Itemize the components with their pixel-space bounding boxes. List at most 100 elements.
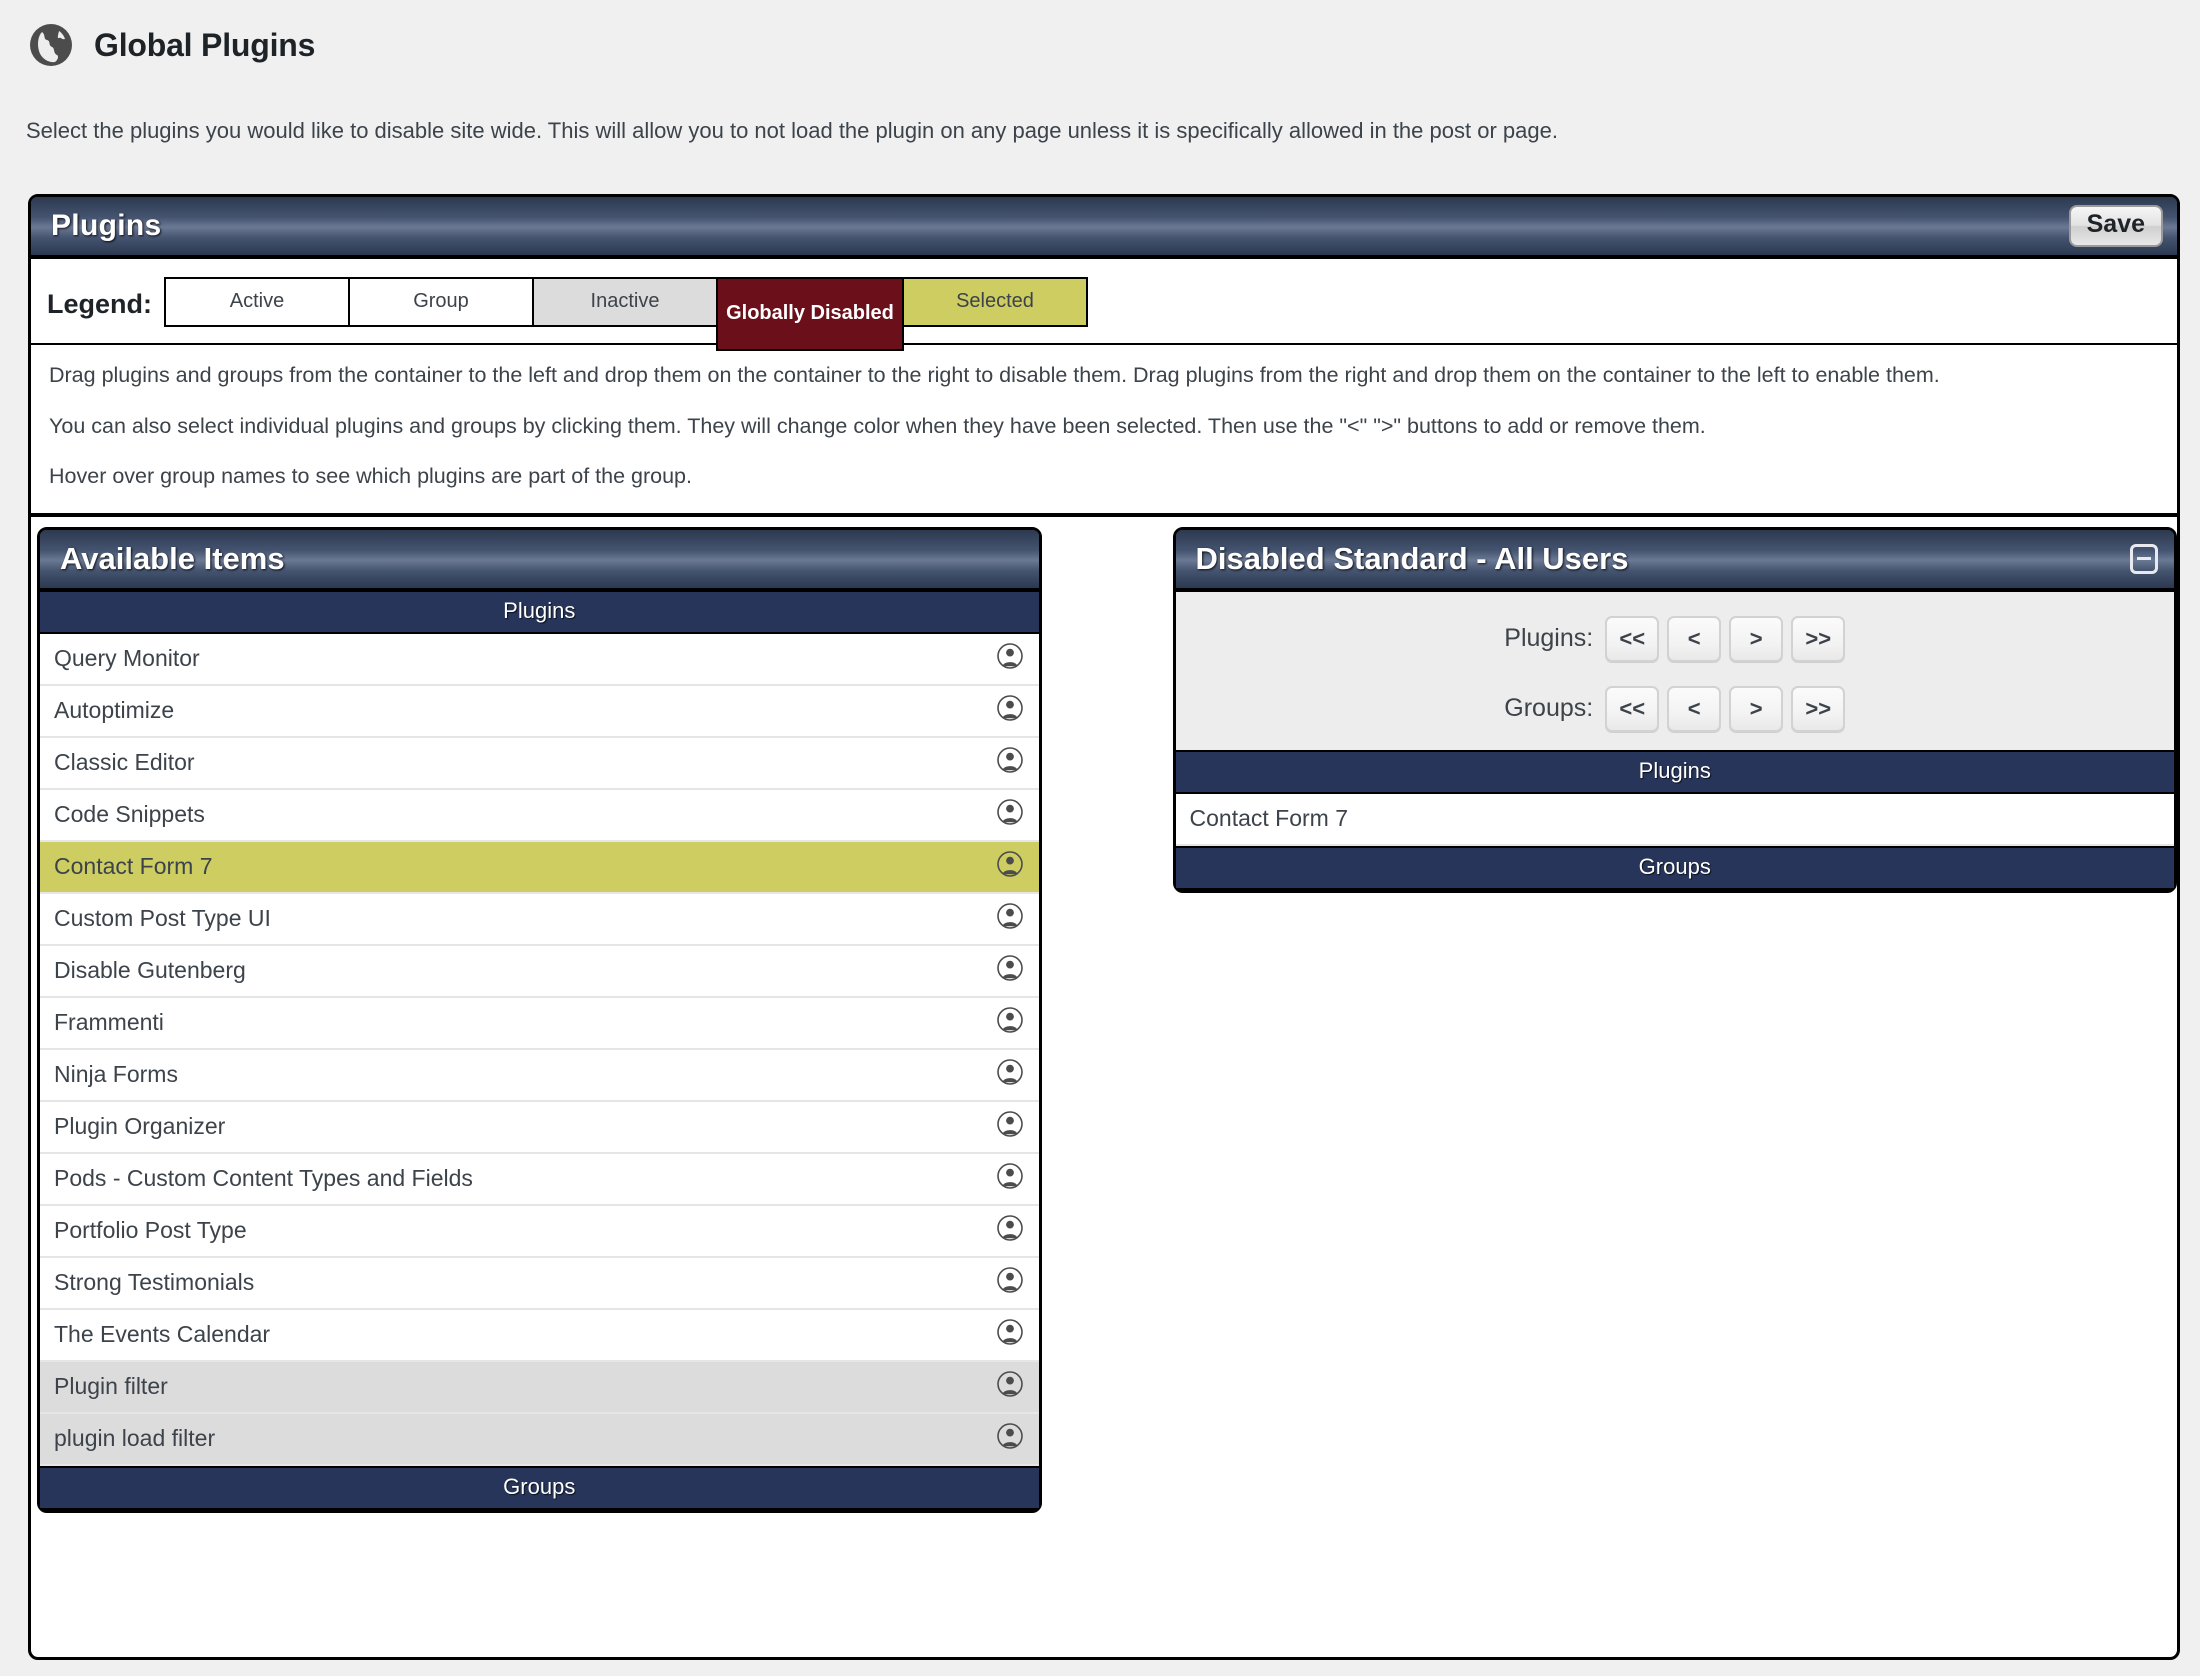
list-item[interactable]: Plugin filter [40,1361,1039,1414]
plugins-move-all-right-button[interactable]: >> [1791,615,1846,662]
list-item-label: Classic Editor [54,749,195,776]
groups-move-all-left-button[interactable]: << [1605,685,1660,732]
groups-move-label: Groups: [1504,694,1594,723]
list-item-label: plugin load filter [54,1425,216,1452]
list-item-label: Portfolio Post Type [54,1217,247,1244]
user-icon [996,902,1023,929]
user-icon[interactable] [996,1214,1023,1247]
legend-item-active: Active [164,277,350,327]
disabled-standard-header: Disabled Standard - All Users [1175,529,2174,592]
list-item-label: Autoptimize [54,697,175,724]
instruction-line-1: Drag plugins and groups from the contain… [49,363,1940,387]
user-icon [996,746,1023,773]
available-items-title: Available Items [60,540,285,576]
legend-item-selected: Selected [902,277,1088,327]
list-item-label: Pods - Custom Content Types and Fields [54,1165,473,1192]
user-icon[interactable] [996,798,1023,831]
list-item-label: Contact Form 7 [54,853,213,880]
plugins-move-label: Plugins: [1504,624,1594,653]
groups-move-row: Groups: << < > >> [1176,685,2175,732]
disabled-standard-column: Disabled Standard - All Users Plugins: <… [1172,526,2177,1363]
plugins-move-left-button[interactable]: < [1667,615,1722,662]
disabled-standard-title: Disabled Standard - All Users [1195,540,1629,576]
legend-boxes: Active Group Inactive Globally Disabled … [164,277,1088,351]
minus-icon[interactable] [2130,543,2158,574]
groups-move-all-right-button[interactable]: >> [1791,685,1846,732]
list-item[interactable]: Plugin Organizer [40,1101,1039,1154]
user-icon [996,1370,1023,1397]
list-item[interactable]: Disable Gutenberg [40,945,1039,998]
globe-icon [28,22,74,68]
disabled-panel-spacer [1172,892,2177,1363]
user-icon [996,694,1023,721]
user-icon [996,1214,1023,1241]
list-item-label: Frammenti [54,1009,164,1036]
list-item-label: Custom Post Type UI [54,905,271,932]
available-items-box: Available Items Plugins Query Monitor Aut… [37,526,1042,1513]
user-icon[interactable] [996,1370,1023,1403]
disabled-standard-box: Disabled Standard - All Users Plugins: <… [1172,526,2177,893]
user-icon [996,1162,1023,1189]
list-item[interactable]: Query Monitor [40,633,1039,686]
plugins-panel: Plugins Save Legend: Active Group Inacti… [28,194,2180,1660]
list-item[interactable]: Code Snippets [40,789,1039,842]
list-item-label: Query Monitor [54,645,200,672]
disabled-groups-subheader: Groups [1175,845,2174,890]
user-icon[interactable] [996,746,1023,779]
list-item[interactable]: Classic Editor [40,737,1039,790]
user-icon [996,1058,1023,1085]
available-items-header: Available Items [40,529,1039,592]
plugins-panel-title: Plugins [51,209,162,242]
page-title: Global Plugins [94,26,316,63]
list-item[interactable]: Frammenti [40,997,1039,1050]
list-item-label: Code Snippets [54,801,205,828]
list-item-label: Plugin filter [54,1373,168,1400]
user-icon[interactable] [996,1162,1023,1195]
user-icon[interactable] [996,642,1023,675]
list-item[interactable]: Custom Post Type UI [40,893,1039,946]
groups-move-left-button[interactable]: < [1667,685,1722,732]
groups-move-right-button[interactable]: > [1729,685,1784,732]
user-icon [996,642,1023,669]
user-icon[interactable] [996,850,1023,883]
list-item[interactable]: Contact Form 7 [40,841,1039,894]
available-plugins-list: Query Monitor Autoptimize Classic Editor Co… [40,633,1039,1466]
list-item[interactable]: The Events Calendar [40,1309,1039,1362]
legend-item-globally-disabled: Globally Disabled [716,277,904,351]
list-item[interactable]: Strong Testimonials [40,1257,1039,1310]
list-item[interactable]: Autoptimize [40,685,1039,738]
available-groups-subheader: Groups [40,1465,1039,1510]
user-icon [996,1266,1023,1293]
list-item[interactable]: Ninja Forms [40,1049,1039,1102]
plugins-panel-header: Plugins Save [31,197,2177,259]
user-icon [996,1006,1023,1033]
panel-columns: Available Items Plugins Query Monitor Aut… [31,517,2177,1513]
legend: Legend: Active Group Inactive Globally D… [31,259,2177,351]
user-icon[interactable] [996,1422,1023,1455]
list-item-label: The Events Calendar [54,1321,271,1348]
list-item-label: Ninja Forms [54,1061,178,1088]
user-icon[interactable] [996,1110,1023,1143]
user-icon[interactable] [996,694,1023,727]
user-icon [996,1318,1023,1345]
save-button[interactable]: Save [2068,205,2163,247]
list-item[interactable]: Portfolio Post Type [40,1205,1039,1258]
plugins-move-right-button[interactable]: > [1729,615,1784,662]
user-icon[interactable] [996,1058,1023,1091]
user-icon[interactable] [996,1318,1023,1351]
legend-item-group: Group [348,277,534,327]
user-icon [996,1422,1023,1449]
user-icon[interactable] [996,1006,1023,1039]
list-item[interactable]: Contact Form 7 [1175,793,2174,846]
list-item-label: Contact Form 7 [1189,805,1349,832]
list-item-label: Strong Testimonials [54,1269,255,1296]
list-item[interactable]: plugin load filter [40,1413,1039,1466]
instructions: Drag plugins and groups from the contain… [31,345,2177,517]
user-icon [996,954,1023,981]
user-icon[interactable] [996,902,1023,935]
user-icon[interactable] [996,1266,1023,1299]
user-icon[interactable] [996,954,1023,987]
list-item[interactable]: Pods - Custom Content Types and Fields [40,1153,1039,1206]
plugins-move-all-left-button[interactable]: << [1605,615,1660,662]
list-item-label: Plugin Organizer [54,1113,226,1140]
